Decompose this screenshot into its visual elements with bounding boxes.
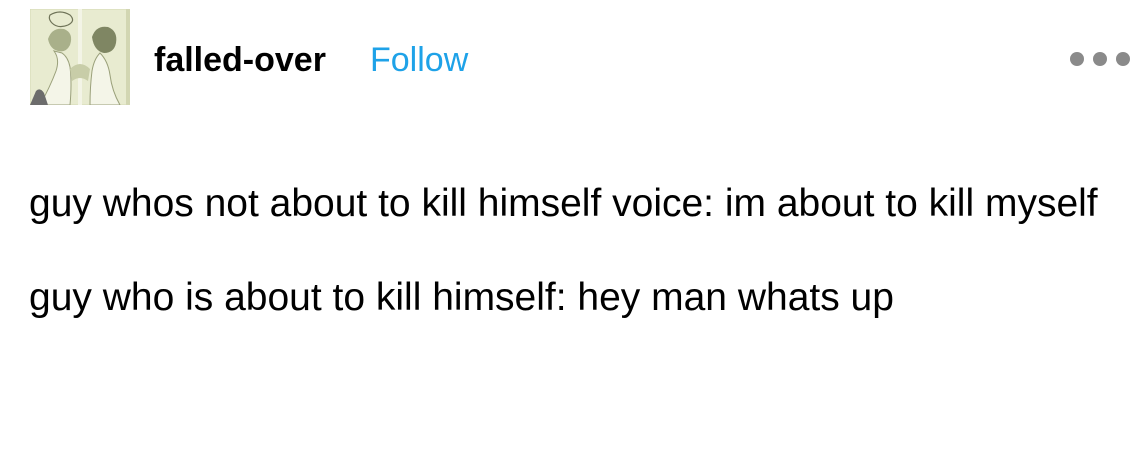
avatar[interactable] [30,9,130,105]
post-body: guy whos not about to kill himself voice… [29,175,1119,327]
dot-icon [1116,52,1130,66]
post-header: falled-over Follow [30,9,1130,105]
more-options-icon[interactable] [1070,46,1130,72]
post-paragraph: guy whos not about to kill himself voice… [29,182,1098,225]
follow-button[interactable]: Follow [370,40,468,80]
post-paragraph: guy who is about to kill himself: hey ma… [29,276,894,319]
username-link[interactable]: falled-over [154,40,326,80]
dot-icon [1093,52,1107,66]
dot-icon [1070,52,1084,66]
post-card: falled-over Follow guy whos not about to… [0,0,1143,465]
